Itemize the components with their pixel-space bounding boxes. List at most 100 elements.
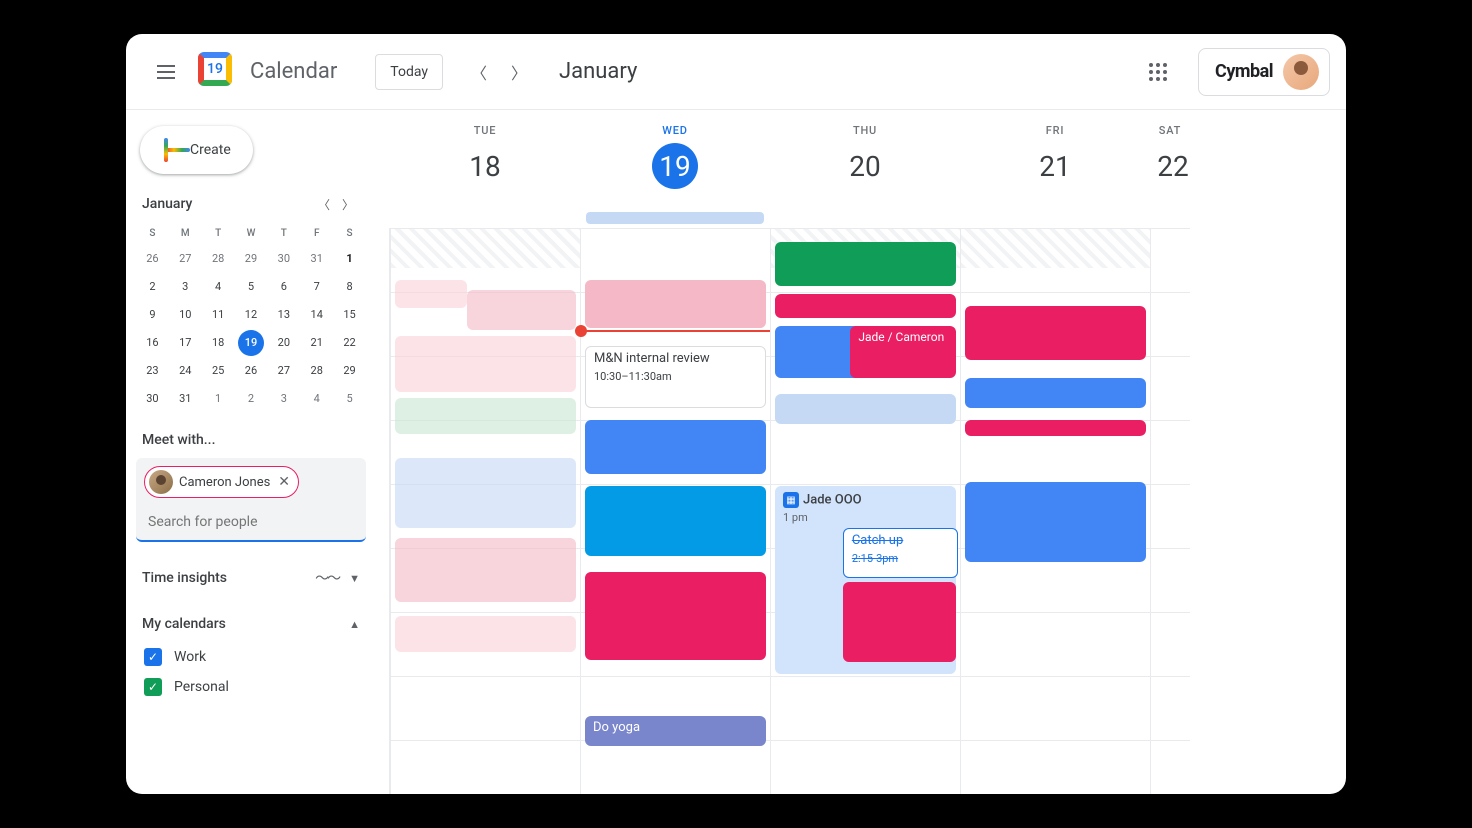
mini-day[interactable]: 12 bbox=[238, 302, 264, 328]
event-block[interactable] bbox=[775, 394, 956, 424]
mini-day[interactable]: 8 bbox=[337, 274, 363, 300]
today-button[interactable]: Today bbox=[375, 54, 443, 90]
event-mn-review[interactable]: M&N internal review 10:30–11:30am bbox=[585, 346, 766, 408]
mini-day[interactable]: 4 bbox=[205, 274, 231, 300]
event-jade-cameron[interactable]: Jade / Cameron bbox=[850, 326, 956, 378]
mini-day[interactable]: 13 bbox=[271, 302, 297, 328]
mini-day[interactable]: 3 bbox=[271, 386, 297, 412]
mini-day[interactable]: 28 bbox=[304, 358, 330, 384]
day-header[interactable]: TUE18 bbox=[390, 110, 580, 210]
event-block[interactable] bbox=[395, 458, 576, 528]
meet-with-label: Meet with... bbox=[142, 432, 360, 448]
create-button[interactable]: Create bbox=[140, 126, 253, 174]
calendar-personal[interactable]: ✓ Personal bbox=[136, 672, 366, 702]
mini-day[interactable]: 2 bbox=[139, 274, 165, 300]
mini-day[interactable]: 15 bbox=[337, 302, 363, 328]
event-block[interactable] bbox=[965, 306, 1146, 360]
mini-day[interactable]: 30 bbox=[271, 246, 297, 272]
event-block[interactable] bbox=[843, 582, 956, 662]
search-people-input[interactable] bbox=[144, 504, 358, 540]
mini-day[interactable]: 27 bbox=[271, 358, 297, 384]
mini-day[interactable]: 19 bbox=[238, 330, 264, 356]
header: 19 Calendar Today 〈 〉 January Cymbal bbox=[126, 34, 1346, 110]
day-column-wed[interactable]: M&N internal review 10:30–11:30am Do yog… bbox=[580, 228, 770, 794]
day-column-sat[interactable] bbox=[1150, 228, 1190, 794]
day-header[interactable]: THU20 bbox=[770, 110, 960, 210]
my-calendars-toggle[interactable]: My calendars ▲ bbox=[136, 606, 366, 642]
day-column-fri[interactable] bbox=[960, 228, 1150, 794]
event-block[interactable] bbox=[965, 420, 1146, 436]
google-apps-button[interactable] bbox=[1138, 52, 1178, 92]
current-month-label: January bbox=[559, 59, 637, 84]
mini-dow: S bbox=[136, 224, 169, 244]
mini-day[interactable]: 22 bbox=[337, 330, 363, 356]
event-block[interactable] bbox=[395, 280, 467, 308]
mini-day[interactable]: 5 bbox=[337, 386, 363, 412]
mini-day[interactable]: 17 bbox=[172, 330, 198, 356]
main-menu-button[interactable] bbox=[142, 48, 190, 96]
event-block[interactable] bbox=[395, 336, 576, 392]
mini-day[interactable]: 10 bbox=[172, 302, 198, 328]
all-day-event[interactable] bbox=[586, 212, 764, 224]
mini-day[interactable]: 7 bbox=[304, 274, 330, 300]
mini-day[interactable]: 11 bbox=[205, 302, 231, 328]
mini-day[interactable]: 2 bbox=[238, 386, 264, 412]
event-block[interactable] bbox=[775, 242, 956, 286]
prev-period-button[interactable]: 〈 bbox=[463, 56, 495, 88]
event-block[interactable] bbox=[585, 420, 766, 474]
mini-day[interactable]: 4 bbox=[304, 386, 330, 412]
mini-day[interactable]: 1 bbox=[337, 246, 363, 272]
mini-day[interactable]: 26 bbox=[139, 246, 165, 272]
mini-day[interactable]: 31 bbox=[172, 386, 198, 412]
account-switcher[interactable]: Cymbal bbox=[1198, 48, 1330, 96]
mini-day[interactable]: 14 bbox=[304, 302, 330, 328]
mini-day[interactable]: 24 bbox=[172, 358, 198, 384]
insights-icon: 〜〜 bbox=[315, 568, 339, 588]
day-column-tue[interactable] bbox=[390, 228, 580, 794]
app-title: Calendar bbox=[250, 59, 337, 84]
mini-day[interactable]: 29 bbox=[337, 358, 363, 384]
mini-day[interactable]: 20 bbox=[271, 330, 297, 356]
event-catch-up[interactable]: Catch up 2:15-3pm bbox=[843, 528, 958, 578]
mini-day[interactable]: 25 bbox=[205, 358, 231, 384]
event-block[interactable] bbox=[965, 378, 1146, 408]
mini-dow: T bbox=[202, 224, 235, 244]
chip-label: Cameron Jones bbox=[179, 475, 270, 490]
mini-day[interactable]: 1 bbox=[205, 386, 231, 412]
event-block[interactable] bbox=[965, 482, 1146, 562]
mini-next-month[interactable]: 〉 bbox=[336, 192, 360, 216]
mini-day[interactable]: 21 bbox=[304, 330, 330, 356]
day-header[interactable]: FRI21 bbox=[960, 110, 1150, 210]
mini-day[interactable]: 9 bbox=[139, 302, 165, 328]
event-block[interactable] bbox=[467, 290, 576, 330]
mini-day[interactable]: 31 bbox=[304, 246, 330, 272]
day-column-thu[interactable]: Jade / Cameron ▦Jade OOO 1 pm Catch up 2… bbox=[770, 228, 960, 794]
mini-day[interactable]: 18 bbox=[205, 330, 231, 356]
event-block[interactable] bbox=[395, 398, 576, 434]
next-period-button[interactable]: 〉 bbox=[503, 56, 535, 88]
mini-day[interactable]: 30 bbox=[139, 386, 165, 412]
event-do-yoga[interactable]: Do yoga bbox=[585, 716, 766, 746]
event-block[interactable] bbox=[585, 280, 766, 328]
day-header[interactable]: WED19 bbox=[580, 110, 770, 210]
event-block[interactable] bbox=[585, 572, 766, 660]
mini-day[interactable]: 27 bbox=[172, 246, 198, 272]
person-chip[interactable]: Cameron Jones ✕ bbox=[144, 466, 299, 498]
mini-prev-month[interactable]: 〈 bbox=[312, 192, 336, 216]
mini-day[interactable]: 6 bbox=[271, 274, 297, 300]
event-block[interactable] bbox=[775, 294, 956, 318]
calendar-work[interactable]: ✓ Work bbox=[136, 642, 366, 672]
mini-day[interactable]: 26 bbox=[238, 358, 264, 384]
day-header[interactable]: SAT22 bbox=[1150, 110, 1190, 210]
event-block[interactable] bbox=[585, 486, 766, 556]
mini-day[interactable]: 28 bbox=[205, 246, 231, 272]
time-insights-toggle[interactable]: Time insights 〜〜 ▼ bbox=[136, 560, 366, 596]
event-block[interactable] bbox=[395, 538, 576, 602]
mini-day[interactable]: 23 bbox=[139, 358, 165, 384]
mini-day[interactable]: 29 bbox=[238, 246, 264, 272]
mini-day[interactable]: 3 bbox=[172, 274, 198, 300]
remove-chip-icon[interactable]: ✕ bbox=[278, 474, 290, 490]
mini-day[interactable]: 5 bbox=[238, 274, 264, 300]
event-block[interactable] bbox=[395, 616, 576, 652]
mini-day[interactable]: 16 bbox=[139, 330, 165, 356]
